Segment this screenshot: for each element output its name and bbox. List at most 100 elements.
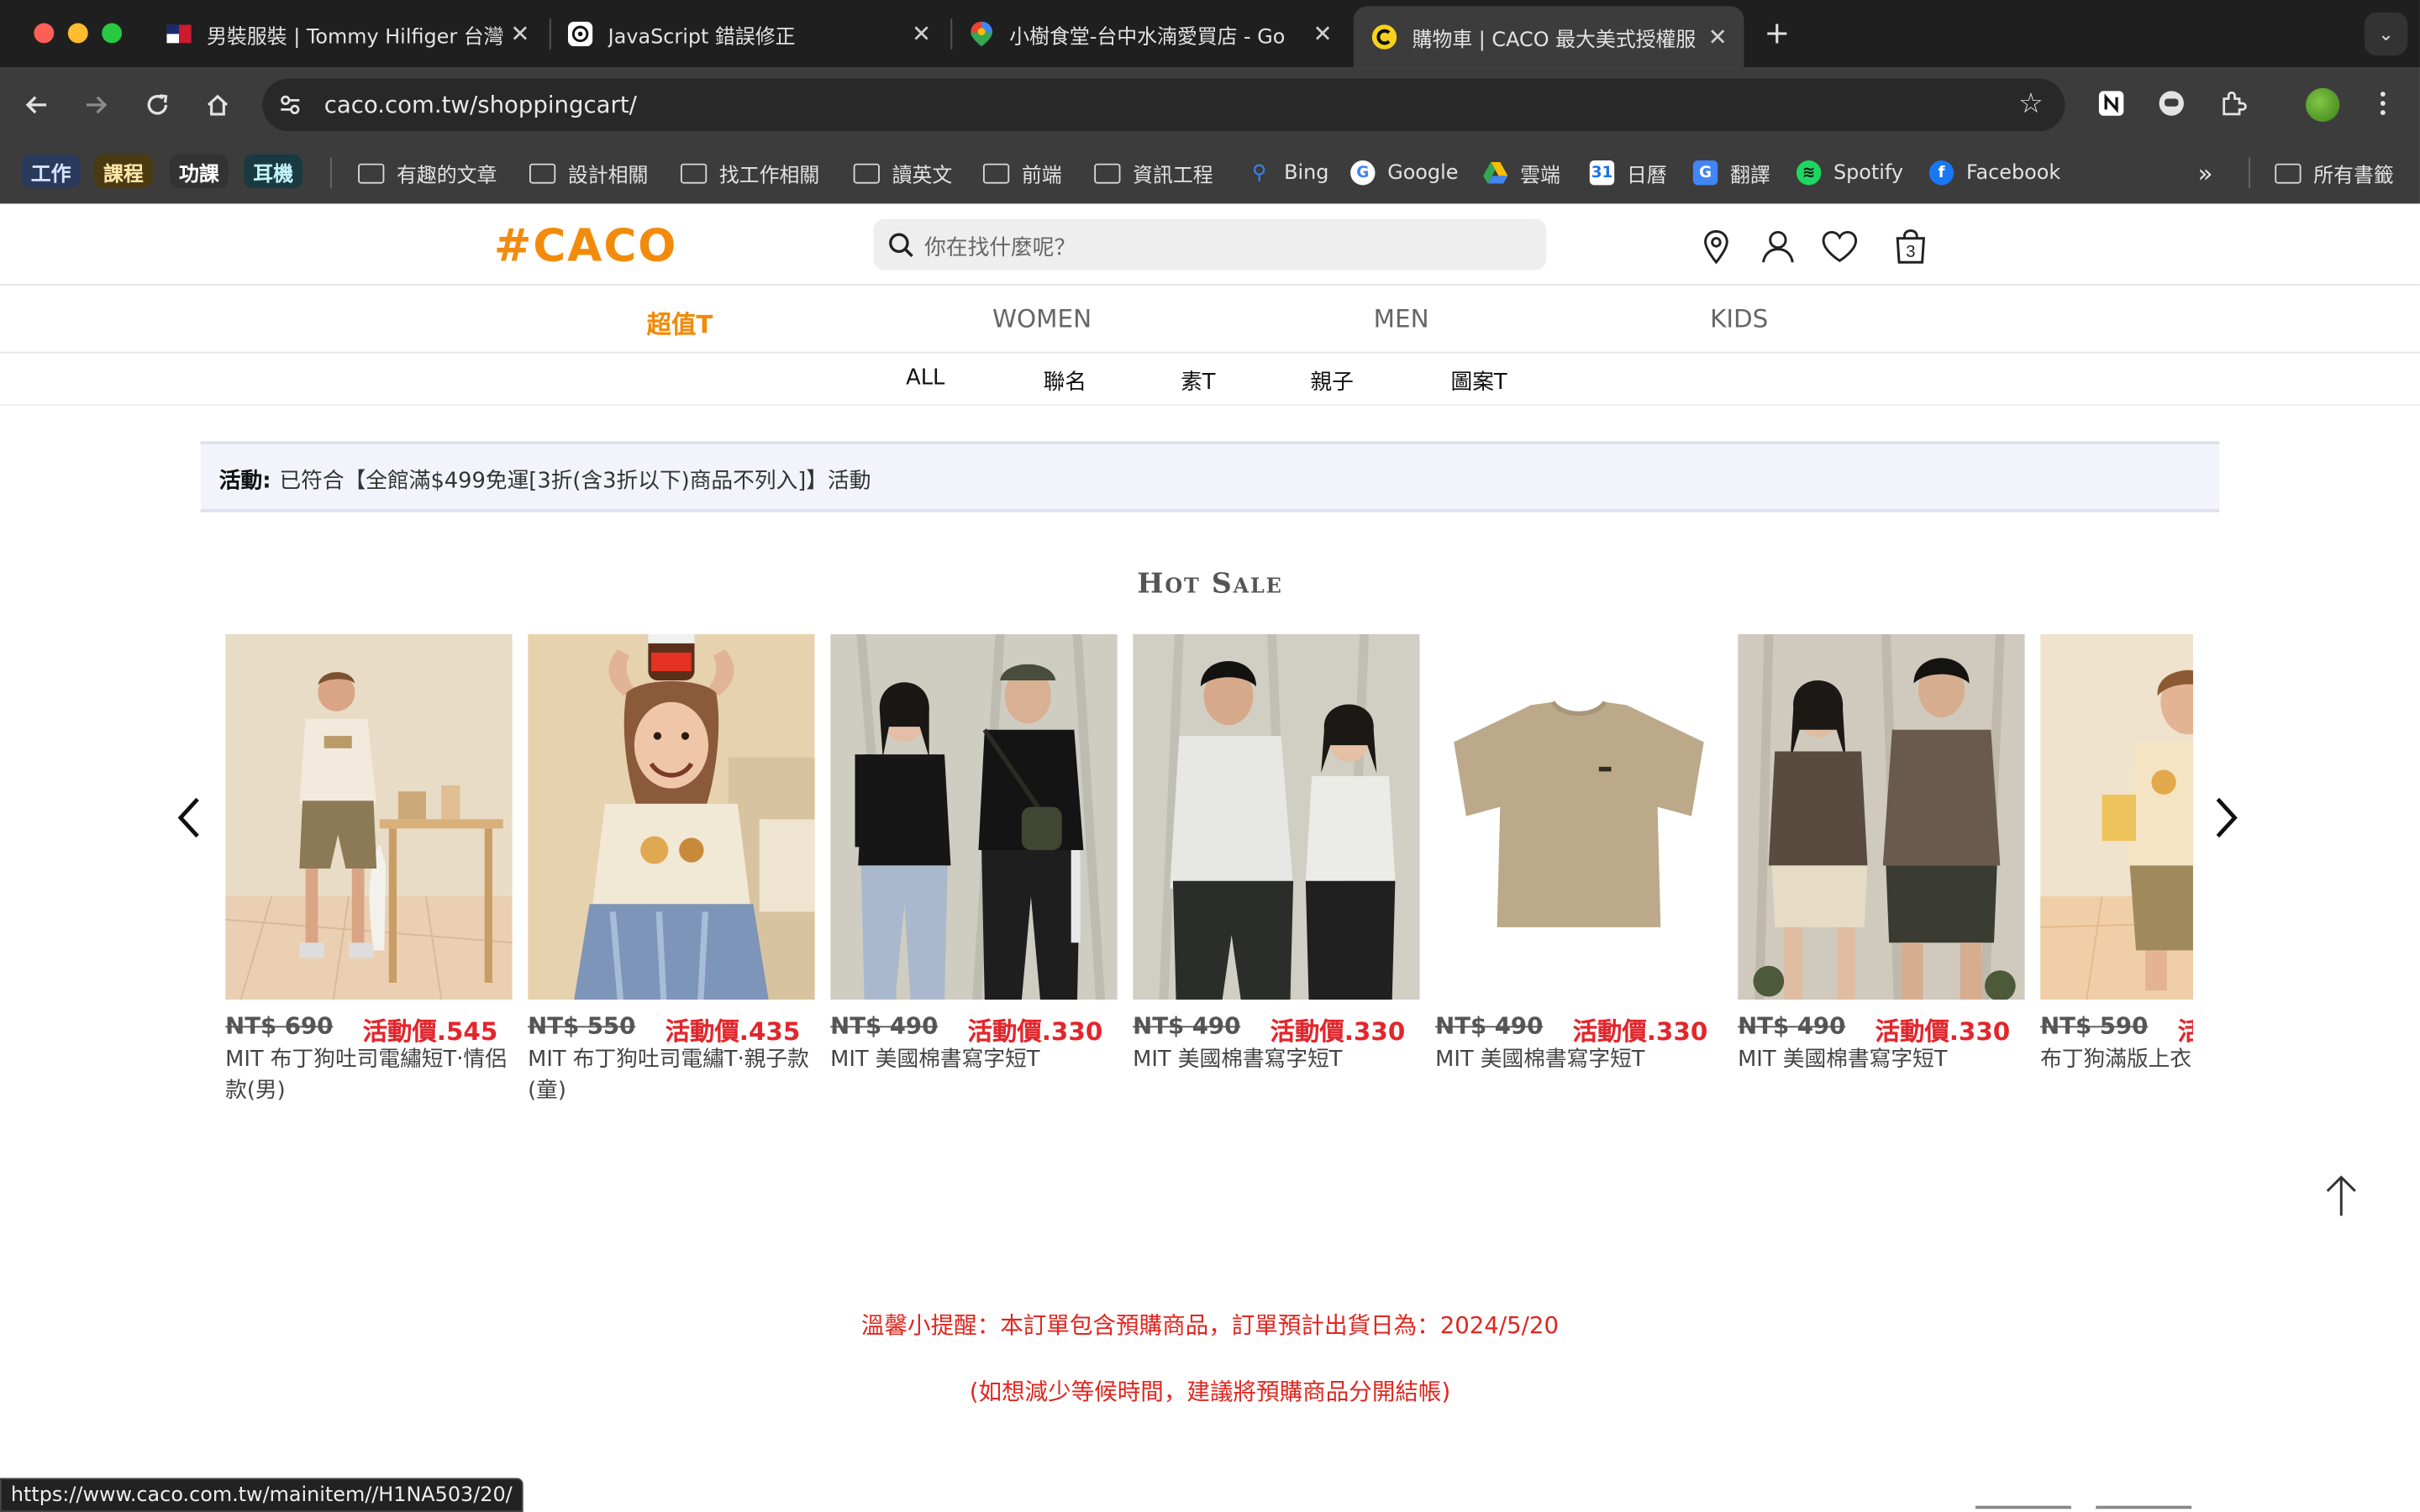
browser-tab[interactable]: 男裝服裝 | Tommy Hilfiger 台灣 ✕	[148, 9, 546, 59]
bookmark-star-icon[interactable]: ☆	[2018, 88, 2044, 121]
product-card[interactable]: NT$ 490 活動價.330 MIT 美國棉書寫字短T	[1738, 633, 2025, 1075]
notion-extension-icon[interactable]	[2094, 87, 2128, 120]
product-card[interactable]: NT$ 550 活動價.435 MIT 布丁狗吐司電繡T‧親子款(童)	[528, 633, 815, 1106]
map-pin-icon	[969, 21, 993, 47]
drive-icon	[1483, 160, 1508, 185]
search-input[interactable]: 你在找什麼呢？	[873, 218, 1547, 270]
back-arrow-icon[interactable]	[18, 87, 55, 123]
browser-tab-active[interactable]: 購物車 | CACO 最大美式授權服 ✕	[1353, 6, 1744, 68]
browser-tab[interactable]: 小樹食堂-台中水湳愛買店 - Go ✕	[950, 9, 1349, 59]
bookmark-folder[interactable]: 有趣的文章	[358, 156, 497, 190]
product-name[interactable]: MIT 美國棉書寫字短T	[1435, 1044, 1719, 1075]
subcategory-plain-tee[interactable]: 素T	[1181, 365, 1215, 396]
extensions-puzzle-icon[interactable]	[2217, 87, 2250, 120]
account-user-icon[interactable]	[1758, 227, 1798, 267]
category-women[interactable]: WOMEN	[992, 304, 1092, 333]
window-minimize-button[interactable]	[67, 23, 88, 44]
new-tab-button[interactable]: +	[1764, 15, 1790, 49]
all-bookmarks-folder[interactable]: 所有書籤	[2275, 156, 2394, 190]
chat-extension-icon[interactable]	[2154, 87, 2188, 120]
product-name[interactable]: MIT 美國棉書寫字短T	[1133, 1044, 1417, 1075]
tab-search-chevron-icon[interactable]: ⌄	[2364, 12, 2408, 56]
product-image[interactable]	[830, 633, 1118, 1000]
bookmark-folder[interactable]: 找工作相關	[680, 156, 819, 190]
tab-close-icon[interactable]: ✕	[1309, 20, 1337, 48]
subcategory-family[interactable]: 親子	[1310, 365, 1353, 396]
bookmark-pill[interactable]: 耳機	[244, 154, 303, 189]
category-kids[interactable]: KIDS	[1710, 304, 1768, 333]
bookmark-pill[interactable]: 功課	[170, 154, 229, 189]
browser-tab[interactable]: JavaScript 錯誤修正 ✕	[550, 9, 948, 59]
window-close-button[interactable]	[34, 23, 55, 44]
search-icon	[889, 233, 913, 258]
product-card[interactable]: NT$ 490 活動價.330 MIT 美國棉書寫字短T	[1435, 633, 1723, 1075]
bookmark-folder[interactable]: 設計相關	[529, 156, 648, 190]
bookmark-link[interactable]: 31 日曆	[1589, 156, 1667, 190]
product-name[interactable]: MIT 美國棉書寫字短T	[1738, 1044, 2022, 1075]
category-value-tee[interactable]: 超值T	[647, 304, 713, 341]
category-men[interactable]: MEN	[1374, 304, 1429, 333]
home-icon[interactable]	[199, 87, 236, 123]
bookmark-folder[interactable]: 資訊工程	[1094, 156, 1213, 190]
reload-icon[interactable]	[139, 87, 176, 123]
product-name[interactable]: 布丁狗滿版上衣	[2040, 1044, 2193, 1075]
bookmark-link[interactable]: ⚲ Bing	[1247, 156, 1328, 190]
store-location-icon[interactable]	[1697, 227, 1737, 267]
product-card[interactable]: NT$ 690 活動價.545 MIT 布丁狗吐司電繡短T‧情侶款(男)	[225, 633, 513, 1106]
bookmark-pill[interactable]: 課程	[94, 154, 153, 189]
product-image[interactable]	[528, 633, 815, 1000]
sale-price: 活動價.435	[665, 1016, 801, 1047]
browser-toolbar: caco.com.tw/shoppingcart/ ☆	[0, 67, 2420, 142]
bookmark-folder[interactable]: 前端	[982, 156, 1062, 190]
product-name[interactable]: MIT 布丁狗吐司電繡T‧親子款(童)	[528, 1044, 812, 1105]
caco-logo[interactable]: #CACO	[494, 219, 678, 271]
sale-price: 活動價.330	[1572, 1016, 1708, 1047]
product-image[interactable]	[2040, 633, 2193, 1000]
bookmark-folder[interactable]: 讀英文	[853, 156, 952, 190]
profile-avatar[interactable]	[2306, 87, 2340, 123]
more-bookmarks-chevron-icon[interactable]: »	[2197, 156, 2212, 190]
original-price: NT$ 490	[1435, 1011, 1544, 1040]
tab-close-icon[interactable]: ✕	[1704, 24, 1732, 51]
tab-close-icon[interactable]: ✕	[506, 20, 534, 48]
back-to-top-arrow-icon[interactable]	[2323, 1173, 2360, 1219]
promotion-banner: 活動: 已符合【全館滿$499免運[3折(含3折以下)商品不列入]】活動	[200, 441, 2220, 512]
bookmark-link[interactable]: G Google	[1350, 156, 1458, 190]
forward-arrow-icon[interactable]	[77, 87, 114, 123]
product-image[interactable]	[1435, 633, 1723, 1000]
cart-table-edge	[2096, 1505, 2192, 1512]
translate-icon: G	[1692, 160, 1718, 186]
bookmark-link[interactable]: G 翻譯	[1692, 156, 1770, 190]
site-info-icon[interactable]	[278, 92, 302, 117]
subcategory-graphic-tee[interactable]: 圖案T	[1450, 365, 1507, 396]
bookmark-divider	[330, 157, 332, 189]
bookmark-link[interactable]: ≋ Spotify	[1796, 156, 1903, 190]
address-bar[interactable]: caco.com.tw/shoppingcart/ ☆	[262, 78, 2065, 132]
folder-icon	[982, 162, 1010, 183]
bookmark-link[interactable]: 雲端	[1483, 156, 1560, 190]
product-name[interactable]: MIT 布丁狗吐司電繡短T‧情侶款(男)	[225, 1044, 509, 1105]
product-card[interactable]: NT$ 590 活動價.4 布丁狗滿版上衣	[2040, 633, 2193, 1075]
promotion-label: 活動:	[218, 469, 271, 494]
bookmark-link[interactable]: f Facebook	[1928, 156, 2060, 190]
product-image[interactable]	[225, 633, 513, 1000]
product-image[interactable]	[1133, 633, 1420, 1000]
original-price: NT$ 490	[830, 1011, 939, 1040]
kebab-menu-icon[interactable]	[2366, 87, 2400, 120]
product-prices: NT$ 690 活動價.545	[225, 1011, 513, 1046]
subcategory-collab[interactable]: 聯名	[1044, 365, 1086, 396]
carousel-prev-arrow-icon[interactable]	[175, 795, 206, 841]
window-zoom-button[interactable]	[102, 23, 123, 44]
tab-close-icon[interactable]: ✕	[908, 20, 935, 48]
product-prices: NT$ 490 活動價.330	[1435, 1011, 1723, 1046]
product-image[interactable]	[1738, 633, 2025, 1000]
product-card[interactable]: NT$ 490 活動價.330 MIT 美國棉書寫字短T	[830, 633, 1118, 1075]
carousel-next-arrow-icon[interactable]	[2210, 795, 2241, 841]
shopping-bag-icon[interactable]: 3	[1891, 227, 1931, 267]
subcategory-all[interactable]: ALL	[906, 365, 944, 390]
product-name[interactable]: MIT 美國棉書寫字短T	[830, 1044, 1114, 1075]
bookmark-pill[interactable]: 工作	[21, 154, 81, 189]
product-card[interactable]: NT$ 490 活動價.330 MIT 美國棉書寫字短T	[1133, 633, 1420, 1075]
wishlist-heart-icon[interactable]	[1819, 227, 1860, 267]
cart-table-edge	[1975, 1505, 2071, 1512]
